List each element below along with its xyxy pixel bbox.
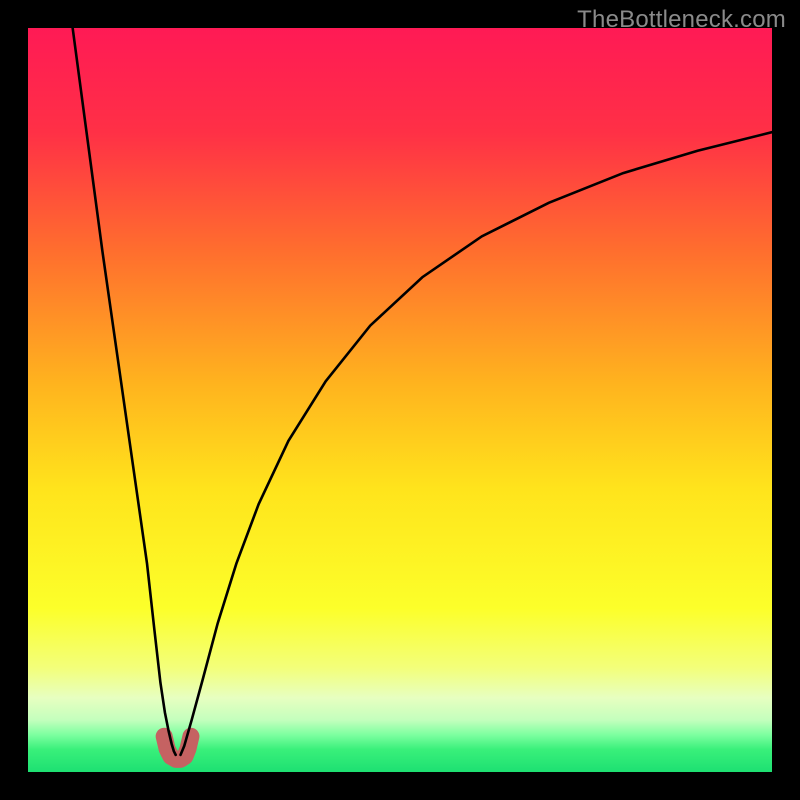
- watermark-text: TheBottleneck.com: [577, 6, 786, 34]
- curve-layer: [28, 28, 772, 772]
- chart-frame: TheBottleneck.com: [0, 0, 800, 800]
- curve-right-limb: [181, 132, 772, 755]
- curve-left-limb: [73, 28, 176, 755]
- plot-area: [28, 28, 772, 772]
